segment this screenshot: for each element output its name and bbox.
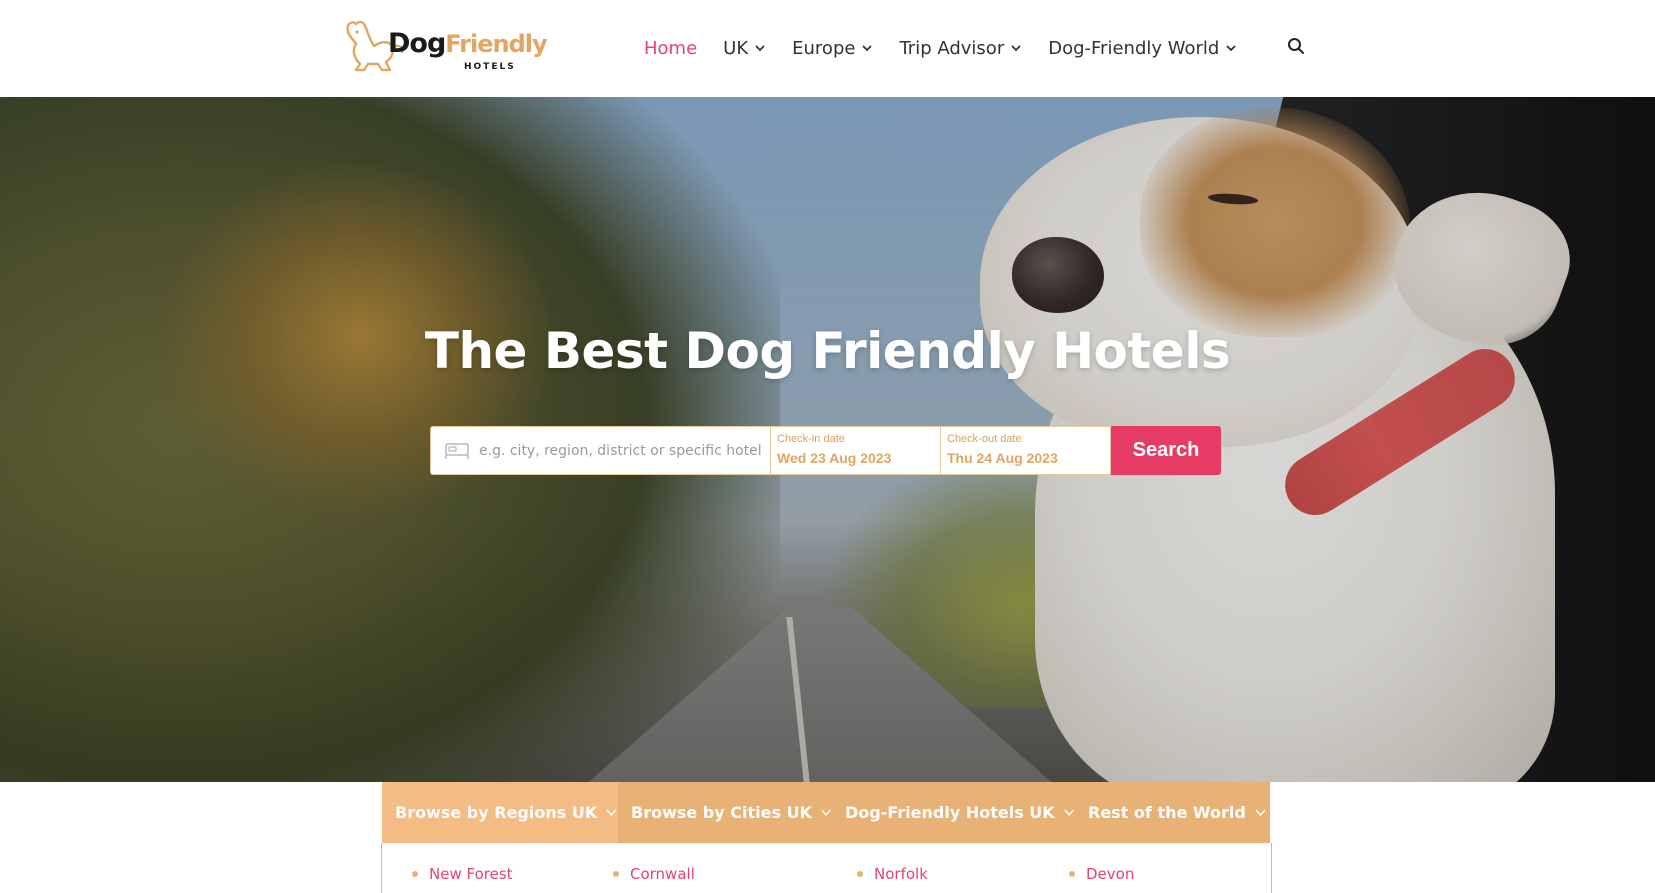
logo-word-dog: Dog (388, 28, 446, 59)
nav-dog-friendly-world-label: Dog-Friendly World (1048, 37, 1220, 59)
nav-dog-friendly-world[interactable]: Dog-Friendly World (1048, 38, 1237, 59)
site-header: DogFriendly HOTELS Home UK Europe Trip A… (0, 0, 1655, 97)
site-logo[interactable]: DogFriendly HOTELS (342, 16, 548, 76)
chevron-down-icon (755, 45, 765, 52)
tab-rest-of-the-world[interactable]: Rest of the World (1075, 782, 1270, 843)
tab-browse-cities-uk[interactable]: Browse by Cities UK (618, 782, 832, 843)
list-item-label: New Forest (429, 865, 513, 883)
search-icon[interactable] (1287, 37, 1305, 55)
destination-placeholder: e.g. city, region, district or specific … (479, 442, 762, 459)
bed-icon (445, 442, 469, 459)
nav-home-label: Home (644, 37, 698, 59)
logo-subtitle: HOTELS (464, 62, 516, 72)
chevron-down-icon (862, 45, 873, 52)
main-nav: Home UK Europe Trip Advisor Dog-Friendly… (644, 33, 1263, 63)
tab-label: Browse by Cities UK (631, 803, 812, 822)
chevron-down-icon (1226, 45, 1236, 52)
list-item-label: Cornwall (630, 865, 695, 883)
chevron-down-icon (1255, 809, 1266, 817)
list-item-label: Devon (1086, 865, 1135, 883)
tab-label: Browse by Regions UK (395, 803, 598, 822)
tab-label: Rest of the World (1088, 803, 1246, 822)
checkout-date-field[interactable]: Check-out date Thu 24 Aug 2023 (941, 426, 1111, 475)
logo-wordmark: DogFriendly (388, 28, 548, 59)
search-button[interactable]: Search (1111, 426, 1221, 475)
nav-trip-advisor[interactable]: Trip Advisor (899, 38, 1022, 59)
browse-panel: New Forest Cornwall Norfolk Devon (381, 843, 1272, 893)
destination-input[interactable]: e.g. city, region, district or specific … (430, 426, 771, 475)
chevron-down-icon (606, 809, 617, 817)
browse-tabs: Browse by Regions UK Browse by Cities UK… (382, 782, 1270, 843)
bullet-dot (613, 871, 619, 877)
list-item-label: Norfolk (874, 865, 928, 883)
list-item-cornwall[interactable]: Cornwall (613, 865, 695, 883)
bullet-dot (857, 871, 863, 877)
list-item-devon[interactable]: Devon (1069, 865, 1134, 883)
nav-trip-advisor-label: Trip Advisor (899, 37, 1005, 59)
checkin-date-field[interactable]: Check-in date Wed 23 Aug 2023 (771, 426, 941, 475)
list-item-norfolk[interactable]: Norfolk (857, 865, 928, 883)
nav-home[interactable]: Home (644, 38, 697, 59)
nav-europe[interactable]: Europe (792, 38, 873, 59)
chevron-down-icon (1011, 45, 1021, 52)
checkin-value: Wed 23 Aug 2023 (777, 450, 892, 466)
nav-europe-label: Europe (792, 37, 856, 59)
nav-uk[interactable]: UK (723, 38, 766, 59)
tab-label: Dog-Friendly Hotels UK (845, 803, 1055, 822)
nav-uk-label: UK (723, 37, 749, 59)
chevron-down-icon (821, 809, 831, 816)
checkout-value: Thu 24 Aug 2023 (947, 450, 1058, 466)
hero-title: The Best Dog Friendly Hotels (424, 322, 1231, 380)
tab-dog-friendly-hotels-uk[interactable]: Dog-Friendly Hotels UK (832, 782, 1075, 843)
checkin-label: Check-in date (777, 433, 845, 445)
tab-browse-regions-uk[interactable]: Browse by Regions UK (382, 782, 618, 843)
logo-word-friendly: Friendly (445, 30, 547, 58)
bullet-dot (1069, 871, 1075, 877)
hotel-search-form: e.g. city, region, district or specific … (430, 426, 1221, 475)
bullet-dot (412, 871, 418, 877)
chevron-down-icon (1064, 809, 1074, 816)
checkout-label: Check-out date (947, 433, 1022, 445)
list-item-new-forest[interactable]: New Forest (412, 865, 513, 883)
hero-banner: The Best Dog Friendly Hotels e.g. city, … (0, 97, 1655, 782)
